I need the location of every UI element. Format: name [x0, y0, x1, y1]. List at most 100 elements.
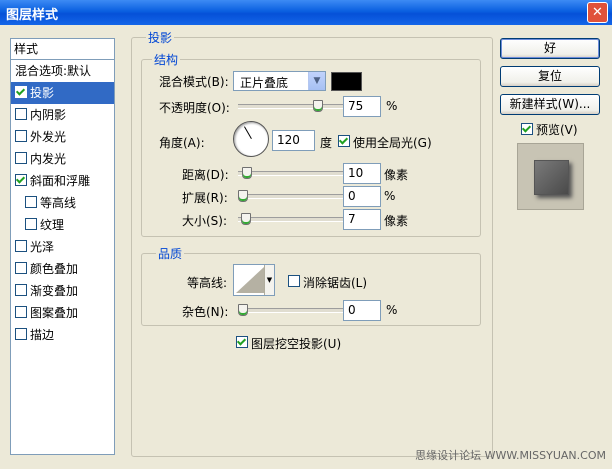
sidebar-item-checkbox[interactable]	[15, 108, 27, 120]
spread-unit: %	[384, 189, 396, 203]
sidebar-item-label: 斜面和浮雕	[30, 174, 91, 188]
sidebar-item-label: 描边	[30, 328, 55, 342]
close-button[interactable]: ✕	[587, 2, 608, 23]
sidebar-item-7[interactable]: 纹理	[11, 214, 114, 236]
size-label: 大小(S):	[182, 214, 228, 228]
style-preview	[517, 143, 584, 210]
sidebar-item-9[interactable]: 颜色叠加	[11, 258, 114, 280]
opacity-slider-thumb[interactable]	[313, 100, 323, 112]
sidebar-item-10[interactable]: 渐变叠加	[11, 280, 114, 302]
global-light-label[interactable]: 使用全局光(G)	[353, 134, 432, 151]
sidebar-item-0[interactable]: 混合选项:默认	[11, 60, 114, 82]
distance-label: 距离(D):	[182, 168, 229, 182]
spread-input[interactable]: 0	[343, 186, 381, 207]
structure-group: 结构 混合模式(B): 正片叠底 ▼ 不透明度(O): 75 % 角度(A): …	[141, 51, 481, 237]
sidebar-item-checkbox[interactable]	[25, 196, 37, 208]
sidebar-item-checkbox[interactable]	[15, 130, 27, 142]
contour-label: 等高线:	[187, 276, 228, 290]
sidebar-item-checkbox[interactable]	[15, 240, 27, 252]
angle-needle	[244, 126, 252, 139]
opacity-unit: %	[386, 99, 398, 113]
sidebar-item-4[interactable]: 内发光	[11, 148, 114, 170]
sidebar-item-3[interactable]: 外发光	[11, 126, 114, 148]
sidebar-item-checkbox[interactable]	[15, 152, 27, 164]
sidebar-item-12[interactable]: 描边	[11, 324, 114, 346]
opacity-label: 不透明度(O):	[159, 101, 230, 115]
knockout-label[interactable]: 图层挖空投影(U)	[251, 335, 341, 352]
distance-unit: 像素	[384, 168, 409, 182]
blend-mode-value: 正片叠底	[240, 76, 289, 90]
size-unit: 像素	[384, 214, 409, 228]
preview-label[interactable]: 预览(V)	[536, 121, 578, 138]
sidebar-item-label: 内发光	[30, 152, 67, 166]
sidebar-item-checkbox[interactable]	[15, 328, 27, 340]
antialias-label[interactable]: 消除锯齿(L)	[303, 274, 367, 291]
preview-swatch	[534, 160, 569, 195]
title-bar: 图层样式 ✕	[0, 0, 612, 25]
spread-slider[interactable]	[238, 190, 346, 202]
drop-shadow-panel: 投影 结构 混合模式(B): 正片叠底 ▼ 不透明度(O): 75 % 角度(A…	[131, 29, 493, 457]
size-slider[interactable]	[238, 213, 346, 225]
sidebar-item-checkbox[interactable]	[15, 306, 27, 318]
contour-curve-icon	[236, 267, 264, 293]
sidebar-item-label: 混合选项:默认	[15, 64, 92, 78]
sidebar-item-label: 投影	[30, 86, 55, 100]
opacity-slider[interactable]	[238, 100, 346, 112]
sidebar-item-label: 图案叠加	[30, 306, 79, 320]
distance-input[interactable]: 10	[343, 163, 381, 184]
noise-input[interactable]: 0	[343, 300, 381, 321]
sidebar-item-checkbox[interactable]	[15, 174, 27, 186]
sidebar-item-6[interactable]: 等高线	[11, 192, 114, 214]
structure-title: 结构	[152, 51, 181, 68]
chevron-down-icon: ▼	[308, 72, 325, 90]
shadow-color-swatch[interactable]	[331, 72, 362, 91]
quality-title: 品质	[156, 245, 185, 262]
style-list-header: 样式	[11, 39, 114, 60]
noise-unit: %	[386, 303, 398, 317]
reset-button[interactable]: 复位	[500, 66, 600, 87]
angle-dial[interactable]	[233, 121, 269, 157]
drop-shadow-title: 投影	[146, 29, 175, 46]
new-style-button[interactable]: 新建样式(W)...	[500, 94, 600, 115]
sidebar-item-checkbox[interactable]	[15, 86, 27, 98]
blend-mode-select[interactable]: 正片叠底 ▼	[233, 71, 326, 91]
angle-unit: 度	[320, 136, 333, 150]
sidebar-item-checkbox[interactable]	[15, 262, 27, 274]
size-slider-thumb[interactable]	[241, 213, 251, 225]
distance-slider[interactable]	[238, 167, 346, 179]
sidebar-item-label: 颜色叠加	[30, 262, 79, 276]
style-list: 样式 混合选项:默认投影内阴影外发光内发光斜面和浮雕等高线纹理光泽颜色叠加渐变叠…	[10, 38, 115, 455]
sidebar-item-8[interactable]: 光泽	[11, 236, 114, 258]
ok-button[interactable]: 好	[500, 38, 600, 59]
spread-label: 扩展(R):	[182, 191, 228, 205]
opacity-input[interactable]: 75	[343, 96, 381, 117]
distance-slider-thumb[interactable]	[242, 167, 252, 179]
sidebar-item-checkbox[interactable]	[25, 218, 37, 230]
sidebar-item-label: 纹理	[40, 218, 65, 232]
contour-picker[interactable]: ▼	[233, 264, 275, 296]
sidebar-item-checkbox[interactable]	[15, 284, 27, 296]
sidebar-item-label: 内阴影	[30, 108, 67, 122]
noise-slider-thumb[interactable]	[238, 304, 248, 316]
sidebar-item-label: 渐变叠加	[30, 284, 79, 298]
sidebar-item-2[interactable]: 内阴影	[11, 104, 114, 126]
spread-slider-thumb[interactable]	[238, 190, 248, 202]
noise-label: 杂色(N):	[182, 305, 229, 319]
sidebar-item-1[interactable]: 投影	[11, 82, 114, 104]
size-input[interactable]: 7	[343, 209, 381, 230]
preview-checkbox[interactable]	[521, 123, 533, 135]
noise-slider[interactable]	[238, 304, 346, 316]
global-light-checkbox[interactable]	[338, 135, 350, 147]
quality-group: 品质 等高线: ▼ 消除锯齿(L) 杂色(N): 0 %	[141, 245, 481, 326]
window-title: 图层样式	[6, 8, 59, 23]
sidebar-item-11[interactable]: 图案叠加	[11, 302, 114, 324]
sidebar-item-label: 外发光	[30, 130, 67, 144]
angle-input[interactable]: 120	[272, 130, 315, 151]
sidebar-item-label: 等高线	[40, 196, 77, 210]
sidebar-item-label: 光泽	[30, 240, 55, 254]
angle-label: 角度(A):	[159, 136, 205, 150]
sidebar-item-5[interactable]: 斜面和浮雕	[11, 170, 114, 192]
knockout-checkbox[interactable]	[236, 336, 248, 348]
contour-dropdown-icon[interactable]: ▼	[264, 265, 274, 295]
antialias-checkbox[interactable]	[288, 275, 300, 287]
